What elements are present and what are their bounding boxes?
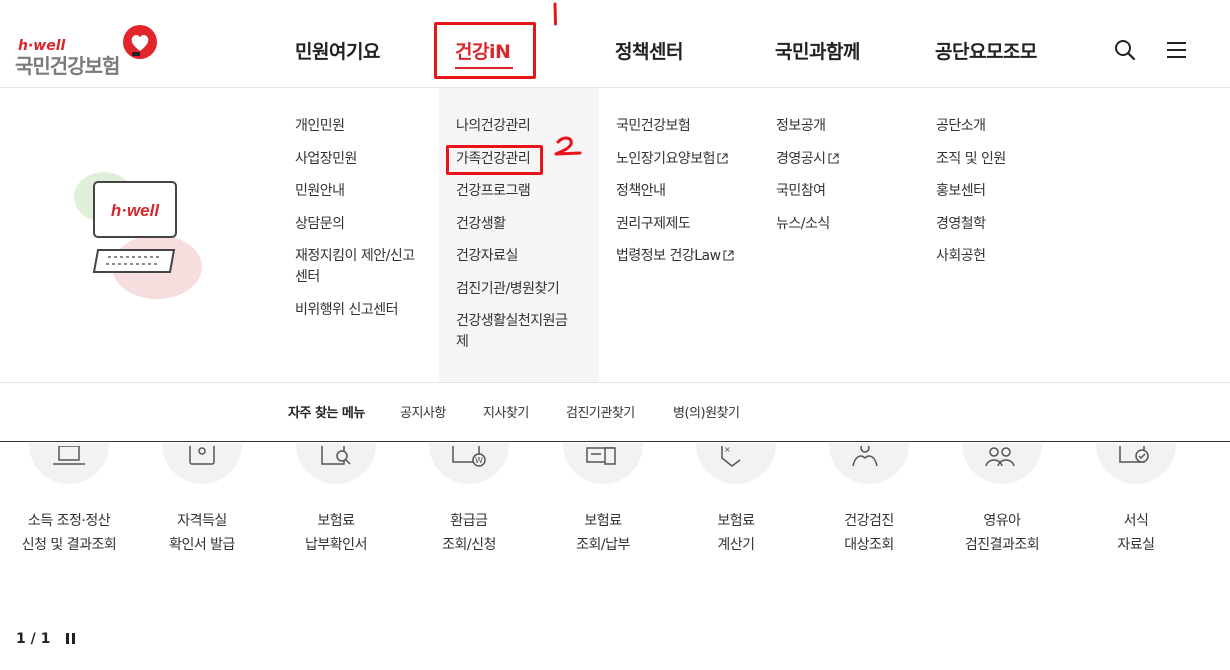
service-premium-pay[interactable]: 보험료 조회/납부 <box>553 443 653 572</box>
service-refund[interactable]: W 환급금 조회/신청 <box>419 443 519 572</box>
illustration-screen-text: h·well <box>111 201 160 220</box>
menu-item-health-subsidy[interactable]: 건강생활실천지원금 <box>456 311 606 332</box>
service-label-line2: 조회/신청 <box>442 537 496 553</box>
service-forms[interactable]: 서식 자료실 <box>1086 443 1186 572</box>
service-label-line1: 환급금 <box>450 513 488 529</box>
service-label-line1: 서식 <box>1123 513 1149 529</box>
service-label-line1: 자격득실 <box>177 513 227 529</box>
service-label-line1: 소득 조정·정산 <box>27 513 111 529</box>
external-link-icon <box>827 152 839 164</box>
menu-item-health-program[interactable]: 건강프로그램 <box>456 181 606 202</box>
svg-text:W: W <box>475 456 483 465</box>
menu-item-ltc-insurance[interactable]: 노인장기요양보험 <box>616 149 766 170</box>
menu-col-about: 공단소개 조직 및 인원 홍보센터 경영철학 사회공헌 <box>936 116 1086 279</box>
menu-item-health-resources[interactable]: 건강자료실 <box>456 246 606 267</box>
mega-menu: h·well 개인민원 사업장민원 민원안내 상담문의 재정지킴이 제안/신고 … <box>0 88 1230 382</box>
gnb-item-civil[interactable]: 민원여기요 <box>295 37 380 64</box>
external-link-icon <box>723 250 734 261</box>
menu-item-find-hospital[interactable]: 검진기관/병원찾기 <box>456 279 606 300</box>
menu-col-together: 정보공개 경영공시 국민참여 뉴스/소식 <box>776 116 926 246</box>
slide-pager: 1 / 1 <box>16 631 51 647</box>
service-label-line2: 확인서 발급 <box>169 537 235 553</box>
gnb-item-together[interactable]: 국민과함께 <box>775 37 860 64</box>
site-logo[interactable]: h·well 국민건강보험 <box>15 24 165 78</box>
service-label-line2: 자료실 <box>1117 537 1155 553</box>
menu-item-participation[interactable]: 국민참여 <box>776 181 926 202</box>
service-label-line1: 보험료 <box>717 513 755 529</box>
menu-item-organization[interactable]: 조직 및 인원 <box>936 149 1086 170</box>
menu-icon[interactable] <box>1165 38 1189 62</box>
menu-item-ltc-insurance-label: 노인장기요양보험 <box>616 150 716 167</box>
menu-item-my-health[interactable]: 나의건강관리 <box>456 116 606 137</box>
pause-icon[interactable] <box>66 632 78 646</box>
service-premium-calc[interactable]: × 보험료 계산기 <box>686 443 786 572</box>
menu-item-social-contribution[interactable]: 사회공헌 <box>936 246 1086 267</box>
menu-item-nhis[interactable]: 국민건강보험 <box>616 116 766 137</box>
menu-item-personal-civil[interactable]: 개인민원 <box>295 116 445 137</box>
menu-item-introduction[interactable]: 공단소개 <box>936 116 1086 137</box>
service-label-line2: 계산기 <box>717 537 755 553</box>
quick-link-hospital[interactable]: 병(의)원찾기 <box>673 402 740 421</box>
service-label-line1: 영유아 <box>983 513 1021 529</box>
heart-logo-icon <box>123 25 157 59</box>
svg-text:×: × <box>724 446 731 454</box>
site-header: h·well 국민건강보험 민원여기요 건강iN 정책센터 국민과함께 공단요모… <box>0 0 1230 88</box>
service-checkup-target[interactable]: 건강검진 대상조회 <box>819 443 919 572</box>
quick-menu-bar: 자주 찾는 메뉴 공지사항 지사찾기 검진기관찾기 병(의)원찾기 <box>0 382 1230 442</box>
gnb-item-about[interactable]: 공단요모조모 <box>935 37 1037 64</box>
menu-item-health-law-label: 법령정보 건강Law <box>616 248 721 264</box>
service-payment-cert[interactable]: 보험료 납부확인서 <box>286 443 386 572</box>
menu-item-pr-center[interactable]: 홍보센터 <box>936 181 1086 202</box>
quick-link-branch[interactable]: 지사찾기 <box>483 402 529 421</box>
menu-item-healthy-life[interactable]: 건강생활 <box>456 214 606 235</box>
menu-item-misconduct-report[interactable]: 비위행위 신고센터 <box>295 300 445 321</box>
service-label-line2: 납부확인서 <box>305 537 367 553</box>
service-qualification-cert[interactable]: 자격득실 확인서 발급 <box>152 443 252 572</box>
service-label-line1: 보험료 <box>584 513 622 529</box>
external-link-icon <box>717 152 728 164</box>
menu-col-policy: 국민건강보험 노인장기요양보험 정책안내 권리구제제도 법령정보 건강Law <box>616 116 766 279</box>
logo-name: 국민건강보험 <box>15 54 120 78</box>
menu-item-health-law[interactable]: 법령정보 건강Law <box>616 246 766 267</box>
menu-col-civil: 개인민원 사업장민원 민원안내 상담문의 재정지킴이 제안/신고 센터 비위행위… <box>295 116 445 332</box>
annotation-box-2 <box>446 145 543 175</box>
menu-item-consult[interactable]: 상담문의 <box>295 214 445 235</box>
menu-item-info-disclosure[interactable]: 정보공개 <box>776 116 926 137</box>
service-income-adjust[interactable]: 소득 조정·정산 신청 및 결과조회 <box>19 443 119 572</box>
laptop-illustration: h·well <box>74 172 202 299</box>
annotation-mark-2 <box>554 136 582 156</box>
menu-item-finance-report-cont[interactable]: 센터 <box>295 267 445 288</box>
menu-item-health-subsidy-cont[interactable]: 제 <box>456 332 606 353</box>
service-label-line1: 건강검진 <box>844 513 894 529</box>
quick-link-checkup[interactable]: 검진기관찾기 <box>566 402 635 421</box>
service-label-line2: 대상조회 <box>844 537 894 553</box>
search-icon[interactable] <box>1113 38 1137 62</box>
menu-item-philosophy[interactable]: 경영철학 <box>936 214 1086 235</box>
menu-item-management-disclosure-label: 경영공시 <box>776 150 826 167</box>
menu-item-management-disclosure[interactable]: 경영공시 <box>776 149 926 170</box>
menu-item-finance-report[interactable]: 재정지킴이 제안/신고 <box>295 246 445 267</box>
annotation-mark-1 <box>553 2 557 26</box>
menu-item-rights-remedy[interactable]: 권리구제제도 <box>616 214 766 235</box>
service-label-line1: 보험료 <box>317 513 355 529</box>
quick-link-notice[interactable]: 공지사항 <box>400 402 446 421</box>
menu-item-civil-guide[interactable]: 민원안내 <box>295 181 445 202</box>
service-label-line2: 조회/납부 <box>576 537 630 553</box>
menu-item-business-civil[interactable]: 사업장민원 <box>295 149 445 170</box>
quick-menu-title: 자주 찾는 메뉴 <box>288 406 365 421</box>
menu-item-news[interactable]: 뉴스/소식 <box>776 214 926 235</box>
menu-item-policy-guide[interactable]: 정책안내 <box>616 181 766 202</box>
annotation-box-1 <box>434 22 536 79</box>
service-infant-checkup[interactable]: 영유아 검진결과조회 <box>952 443 1052 572</box>
service-label-line2: 검진결과조회 <box>964 537 1040 553</box>
gnb-item-policy[interactable]: 정책센터 <box>615 37 683 64</box>
service-label-line2: 신청 및 결과조회 <box>21 537 117 553</box>
